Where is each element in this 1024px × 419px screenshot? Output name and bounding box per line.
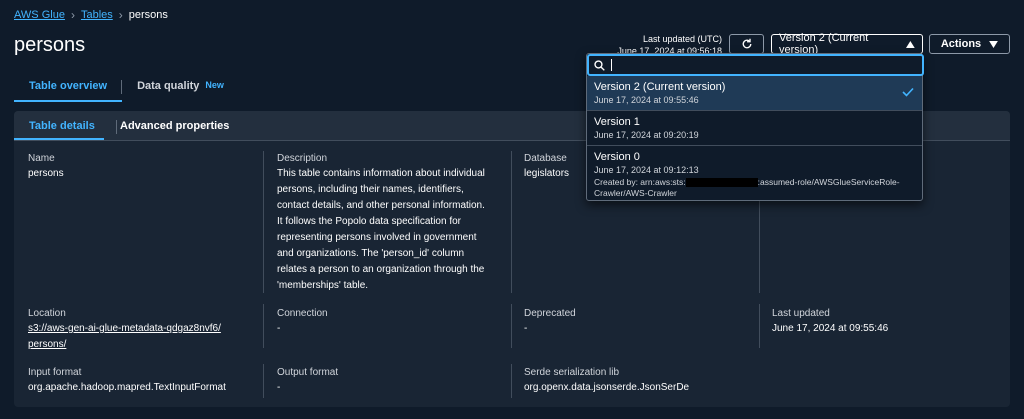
top-tabs: Table overview Data quality New (14, 80, 239, 102)
column-divider (759, 304, 760, 348)
version-option-date: June 17, 2024 at 09:12:13 (594, 165, 699, 175)
last-updated-value: June 17, 2024 at 09:55:46 (772, 323, 889, 334)
tab-table-details[interactable]: Table details (29, 120, 95, 132)
version-option-title: Version 0 (594, 151, 640, 163)
version-option-date: June 17, 2024 at 09:55:46 (594, 95, 699, 105)
actions-button[interactable]: Actions (929, 34, 1010, 54)
name-label: Name (28, 153, 55, 164)
deprecated-label: Deprecated (524, 308, 576, 319)
active-tab-indicator (14, 138, 104, 140)
refresh-button[interactable] (729, 34, 764, 54)
output-format-label: Output format (277, 367, 339, 378)
location-link[interactable]: s3://aws-gen-ai-glue-metadata-qdgaz8nvf6… (28, 321, 221, 353)
description-line: 'memberships' table. (277, 280, 369, 291)
connection-value: - (277, 323, 281, 334)
version-select[interactable]: Version 2 (Current version) (771, 32, 923, 56)
name-value: persons (28, 168, 64, 179)
column-divider (263, 364, 264, 398)
description-line2: Crawler/AWS-Crawler (594, 188, 677, 198)
breadcrumb-aws-glue-link[interactable]: AWS Glue (14, 9, 65, 21)
refresh-icon (742, 38, 751, 49)
column-divider (511, 151, 512, 293)
tab-divider (116, 120, 117, 134)
description-line: representing persons involved in governm… (277, 232, 477, 243)
breadcrumb: AWS Glue › Tables › persons (14, 8, 168, 22)
tab-table-overview[interactable]: Table overview (14, 80, 123, 102)
column-divider (263, 304, 264, 348)
location-line: persons/ (28, 339, 67, 350)
tab-label: Table overview (29, 80, 108, 92)
description-value: This table contains information about in… (277, 166, 507, 294)
version-search-box[interactable] (587, 54, 924, 76)
version-option-title: Version 2 (Current version) (594, 81, 726, 93)
version-option-0[interactable]: Version 0 June 17, 2024 at 09:12:13 Crea… (587, 146, 922, 200)
description-label: Description (277, 153, 328, 164)
page-title: persons (14, 34, 86, 56)
search-icon (594, 59, 605, 71)
version-option-2[interactable]: Version 2 (Current version) June 17, 202… (587, 76, 922, 110)
serde-value: org.openx.data.jsonserde.JsonSerDe (524, 382, 690, 393)
version-search-input[interactable] (618, 59, 908, 71)
deprecated-value: - (524, 323, 528, 334)
database-link[interactable]: legislators (524, 166, 569, 182)
last-updated-label: Last updated (UTC) (642, 34, 722, 44)
version-option-1[interactable]: Version 1 June 17, 2024 at 09:20:19 (587, 111, 922, 146)
output-format-value: - (277, 382, 281, 393)
location-label: Location (28, 308, 66, 319)
tab-label: Data quality (137, 80, 200, 92)
redacted-block (685, 178, 758, 188)
description-line: and organizations. The 'person_id' colum… (277, 248, 465, 259)
caret-up-icon (906, 40, 915, 48)
description-suffix: :assumed-role/AWSGlueServiceRole- (757, 177, 900, 187)
version-option-description: Created by: arn:aws:sts: :assumed-role/AW… (594, 177, 914, 199)
description-line: It follows the Popolo data specification… (277, 216, 461, 227)
version-dropdown: Version 2 (Current version) June 17, 202… (586, 53, 924, 201)
location-line: s3://aws-gen-ai-glue-metadata-qdgaz8nvf6… (28, 323, 221, 334)
column-divider (511, 304, 512, 348)
caret-down-icon (989, 40, 999, 48)
breadcrumb-current: persons (128, 9, 168, 21)
column-divider (263, 151, 264, 293)
description-line: contact details, and other personal info… (277, 200, 485, 211)
version-option-title: Version 1 (594, 116, 640, 128)
input-format-value: org.apache.hadoop.mapred.TextInputFormat (28, 382, 226, 393)
text-cursor (611, 59, 612, 71)
last-updated-label: Last updated (772, 308, 830, 319)
new-badge: New (205, 80, 224, 90)
chevron-right-icon: › (118, 8, 123, 22)
description-prefix: Created by: arn:aws:sts: (594, 177, 686, 187)
tab-data-quality[interactable]: Data quality New (122, 80, 239, 102)
actions-label: Actions (940, 38, 982, 50)
database-label: Database (524, 153, 567, 164)
serde-label: Serde serialization lib (524, 367, 620, 378)
description-line: This table contains information about in… (277, 168, 485, 179)
tab-advanced-properties[interactable]: Advanced properties (120, 120, 229, 132)
input-format-label: Input format (28, 367, 82, 378)
version-option-date: June 17, 2024 at 09:20:19 (594, 130, 699, 140)
description-line: relates a person to an organization thro… (277, 264, 485, 275)
checkmark-icon (902, 87, 914, 97)
breadcrumb-tables-link[interactable]: Tables (81, 9, 113, 21)
connection-label: Connection (277, 308, 328, 319)
description-line: persons, including their names, identifi… (277, 184, 464, 195)
column-divider (511, 364, 512, 398)
chevron-right-icon: › (70, 8, 75, 22)
